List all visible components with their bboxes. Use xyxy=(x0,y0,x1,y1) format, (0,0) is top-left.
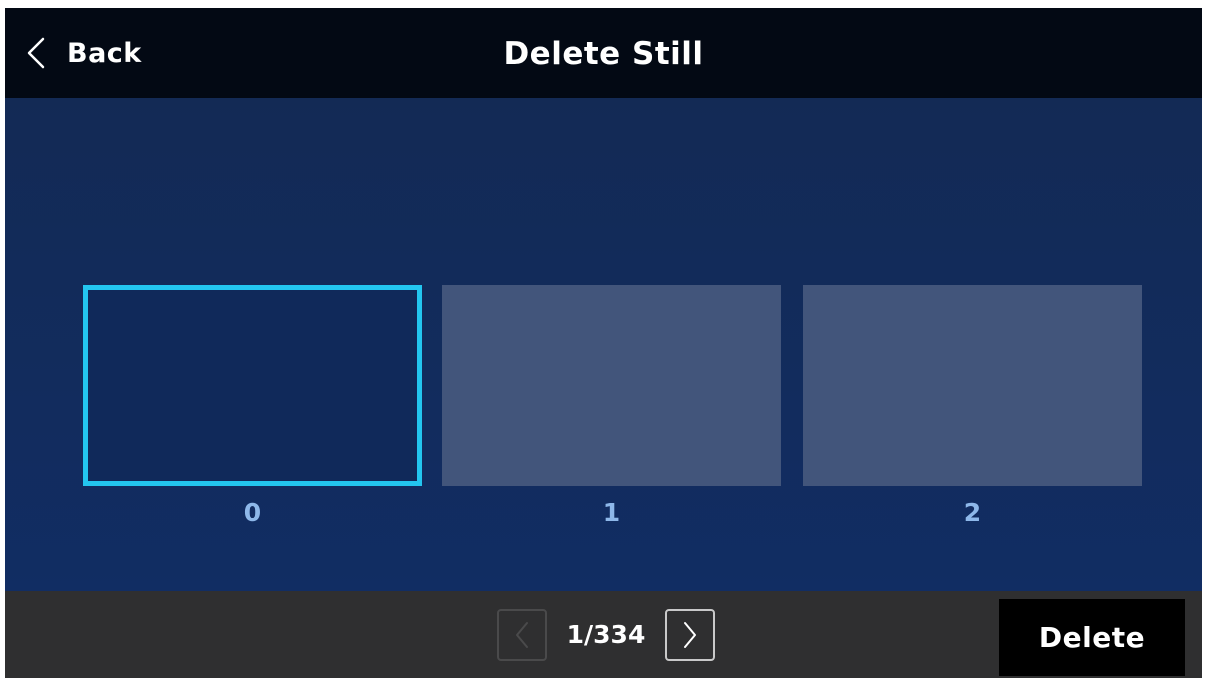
delete-button[interactable]: Delete xyxy=(999,599,1185,676)
still-thumbnail-0[interactable] xyxy=(83,285,422,486)
stills-area: 0 1 2 xyxy=(5,98,1202,591)
header-bar: Back Delete Still xyxy=(5,8,1202,98)
previous-page-button[interactable] xyxy=(497,609,547,661)
chevron-left-icon xyxy=(512,619,532,651)
page-indicator: 1/334 xyxy=(566,620,646,649)
chevron-right-icon xyxy=(680,619,700,651)
screen: Back Delete Still 0 1 2 1/334 Delete xyxy=(5,8,1202,678)
still-thumbnail-2[interactable] xyxy=(803,285,1142,486)
still-thumbnail-1[interactable] xyxy=(442,285,781,486)
still-label-0: 0 xyxy=(243,498,262,527)
page-title: Delete Still xyxy=(503,36,704,72)
footer-bar: 1/334 Delete xyxy=(5,591,1202,678)
still-label-1: 1 xyxy=(602,498,621,527)
next-page-button[interactable] xyxy=(665,609,715,661)
still-label-2: 2 xyxy=(963,498,982,527)
